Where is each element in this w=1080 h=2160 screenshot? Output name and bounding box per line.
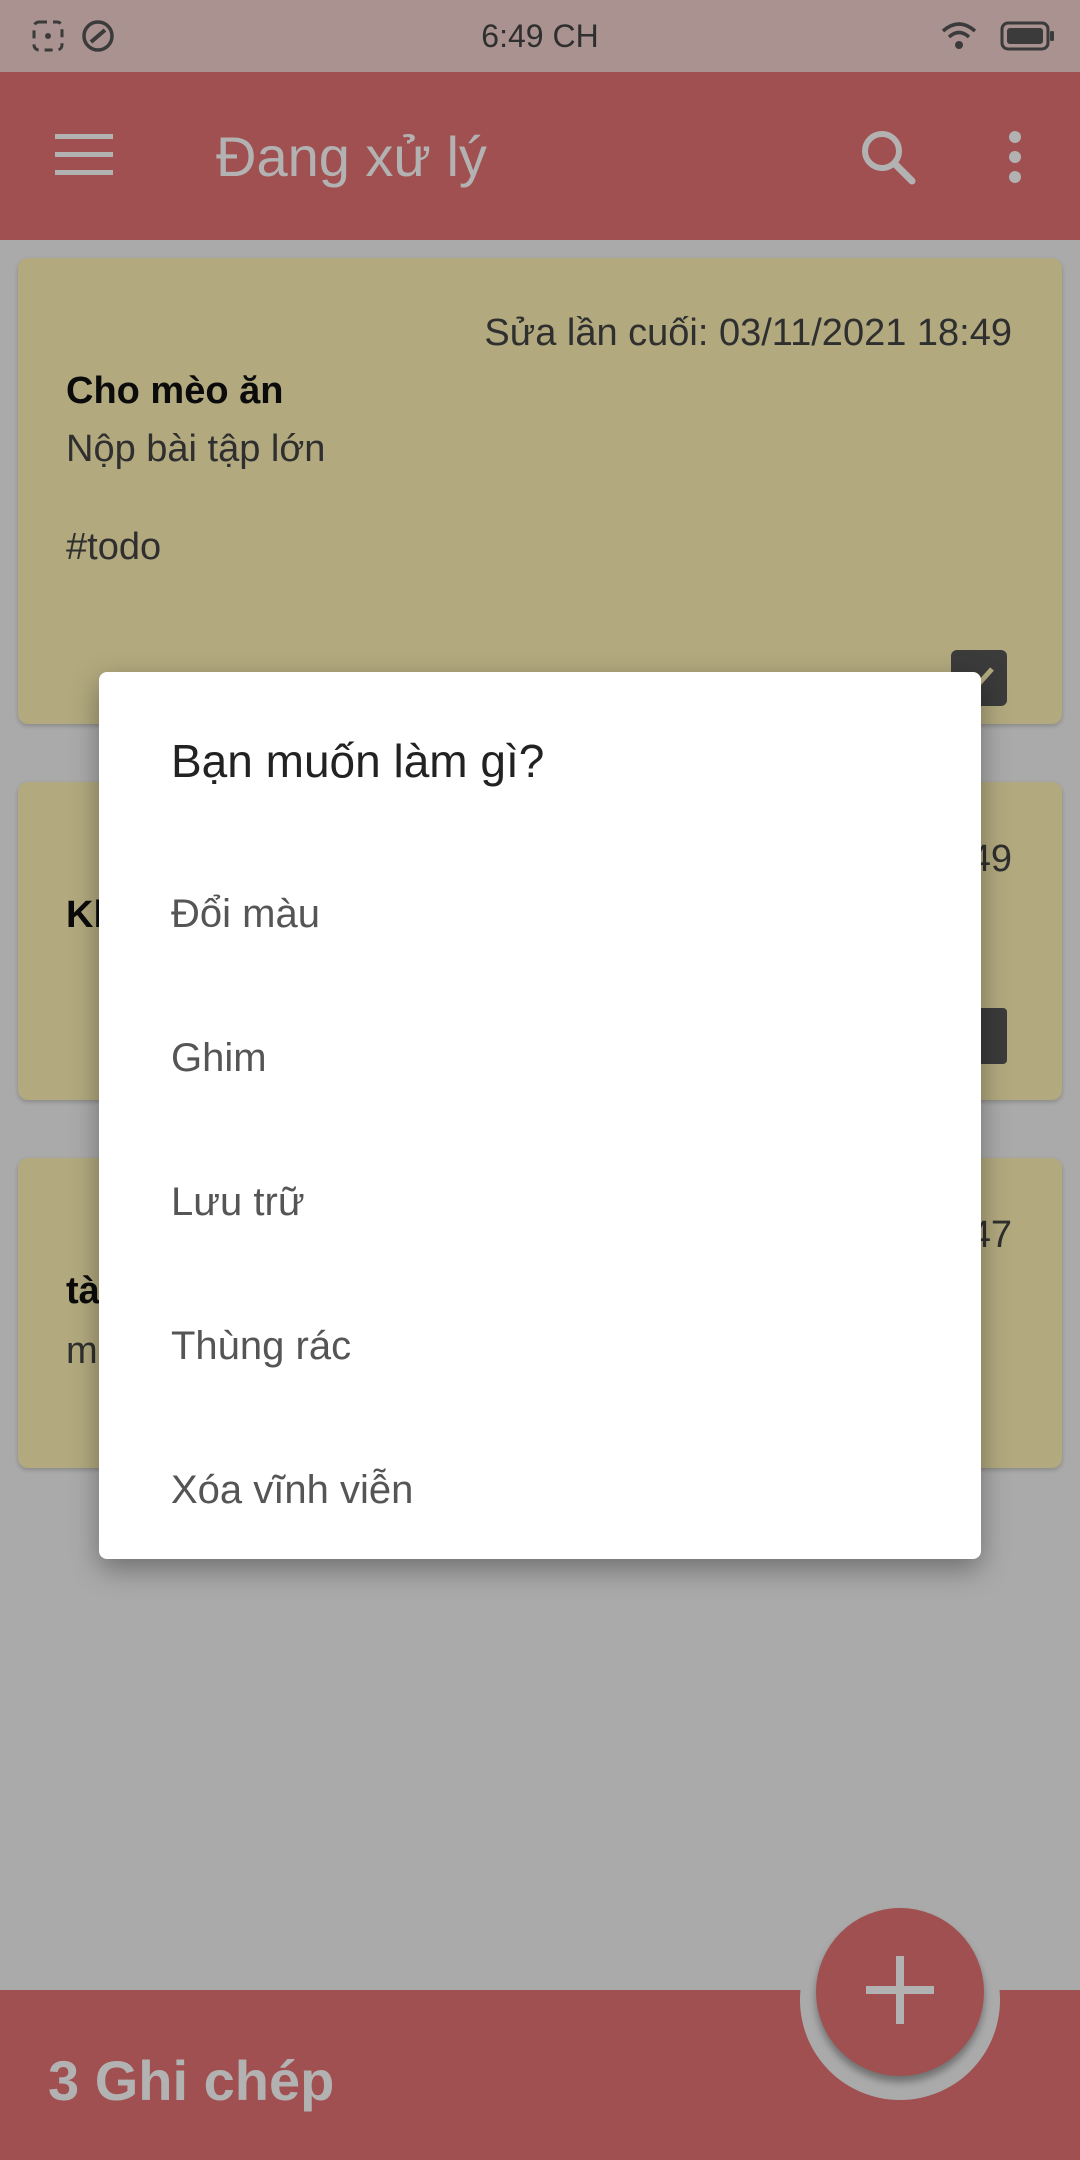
dialog-item-pin[interactable]: Ghim [99,986,981,1130]
dialog-title: Bạn muốn làm gì? [171,735,545,787]
dialog-item-delete-forever[interactable]: Xóa vĩnh viễn [99,1418,981,1562]
action-dialog: Bạn muốn làm gì? Đổi màu Ghim Lưu trữ Th… [99,672,981,1559]
dialog-item-archive[interactable]: Lưu trữ [99,1130,981,1274]
dialog-item-change-color[interactable]: Đổi màu [99,842,981,986]
dialog-item-trash[interactable]: Thùng rác [99,1274,981,1418]
